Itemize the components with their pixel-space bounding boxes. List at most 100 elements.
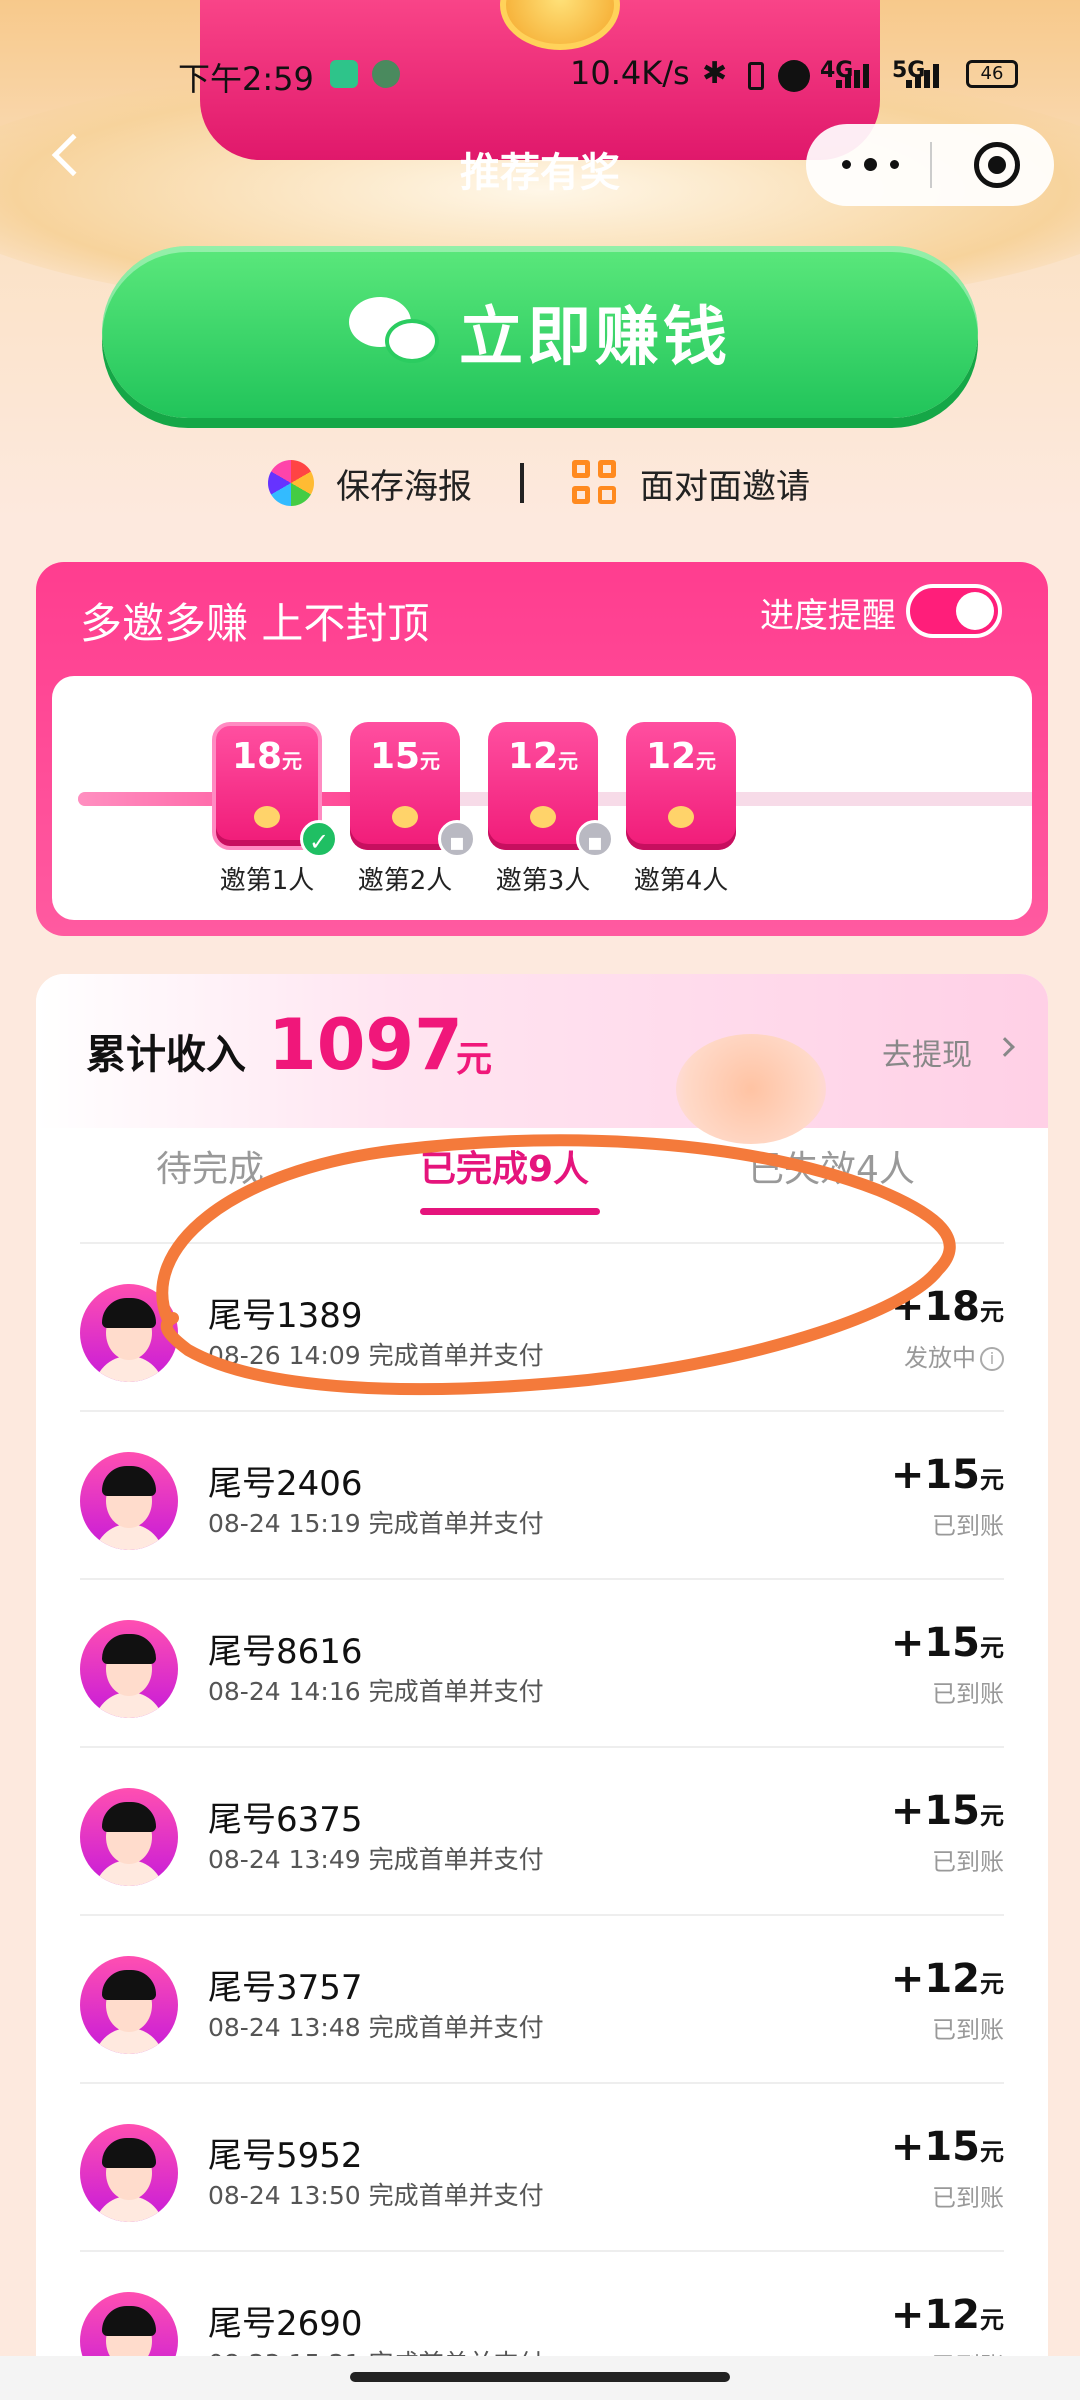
tier-amount: 12: [507, 736, 559, 777]
record-amount: +15元: [890, 1788, 1004, 1834]
signal-4g-icon: [836, 64, 876, 88]
record-desc: 08-24 13:49 完成首单并支付: [208, 1845, 544, 1874]
lock-icon: ▪: [438, 820, 476, 858]
record-status: 发放中 i: [904, 1338, 1004, 1373]
envelope-seal-icon: [530, 806, 556, 828]
avatar: [80, 1788, 178, 1886]
status-time: 下午2:59: [178, 60, 314, 98]
record-tabs: 待完成 已完成9人 已失效4人: [36, 1128, 1048, 1216]
alarm-icon: [778, 60, 810, 92]
tier-3: 12元 ▪: [488, 722, 614, 858]
record-status: 已到账: [932, 1848, 1004, 1876]
chevron-right-icon: [995, 1037, 1015, 1057]
invite-title: 多邀多赚 上不封顶: [80, 599, 430, 648]
record-amount: +15元: [890, 1452, 1004, 1498]
record-name: 尾号2406: [208, 1464, 363, 1504]
record-name: 尾号1389: [208, 1296, 363, 1336]
tier-label: 邀第1人: [219, 866, 315, 896]
save-poster-link[interactable]: 保存海报: [336, 459, 472, 508]
record-amount: +15元: [890, 1620, 1004, 1666]
photo-album-icon: [268, 460, 314, 506]
tier-2: 15元 ▪: [350, 722, 476, 858]
record-row[interactable]: 尾号2406 08-24 15:19 完成首单并支付 +15元 已到账: [80, 1412, 1004, 1580]
miniapp-capsule: [806, 124, 1054, 206]
face-invite-link[interactable]: 面对面邀请: [640, 459, 810, 508]
record-name: 尾号5952: [208, 2136, 363, 2176]
tier-amount: 12: [645, 736, 697, 777]
record-amount: +12元: [890, 1956, 1004, 2002]
tier-1: 18元 ✓: [212, 722, 338, 858]
record-row[interactable]: 尾号1389 08-26 14:09 完成首单并支付 +18元 发放中 i: [80, 1244, 1004, 1412]
record-amount: +12元: [890, 2292, 1004, 2338]
check-icon: ✓: [300, 820, 338, 858]
envelope-seal-icon: [254, 806, 280, 828]
record-status: 已到账: [932, 1512, 1004, 1540]
record-status: 已到账: [932, 1680, 1004, 1708]
tier-amount: 15: [369, 736, 421, 777]
record-status: 已到账: [932, 2184, 1004, 2212]
tier-unit: 元: [696, 749, 717, 773]
reminder-toggle[interactable]: [906, 584, 1002, 638]
tab-completed[interactable]: 已完成9人: [420, 1140, 589, 1192]
tier-label: 邀第3人: [495, 866, 591, 896]
income-card: 累计收入 1097 元 去提现 待完成 已完成9人 已失效4人 尾号1389 0…: [36, 974, 1048, 2400]
record-desc: 08-24 15:19 完成首单并支付: [208, 1509, 544, 1538]
status-bar: 下午2:59 10.4K/s ✱ 4G 5G 46: [0, 50, 1080, 110]
avatar: [80, 1452, 178, 1550]
tab-expired[interactable]: 已失效4人: [748, 1140, 915, 1192]
bluetooth-icon: ✱: [702, 56, 728, 91]
avatar: [80, 2124, 178, 2222]
info-icon[interactable]: i: [980, 1347, 1004, 1371]
record-amount: +15元: [890, 2124, 1004, 2170]
income-unit: 元: [456, 1039, 493, 1080]
avatar: [80, 1620, 178, 1718]
income-header: 累计收入 1097 元 去提现: [36, 974, 1048, 1144]
close-miniapp-icon[interactable]: [974, 142, 1020, 188]
tier-label: 邀第4人: [633, 866, 729, 896]
avatar: [80, 1284, 178, 1382]
more-icon[interactable]: [842, 152, 902, 176]
bank-app-icon: [372, 60, 400, 88]
tier-label: 邀第2人: [357, 866, 453, 896]
lock-icon: ▪: [576, 820, 614, 858]
tier-track: 18元 ✓ 邀第1人 15元 ▪ 邀第2人 12元 ▪ 邀第3人 12元 邀第4…: [52, 676, 1032, 920]
earn-now-button[interactable]: 立即赚钱: [102, 246, 978, 418]
record-desc: 08-24 13:48 完成首单并支付: [208, 2013, 544, 2042]
tier-unit: 元: [420, 749, 441, 773]
tier-4: 12元: [626, 722, 736, 854]
avatar: [80, 1956, 178, 2054]
record-desc: 08-24 13:50 完成首单并支付: [208, 2181, 544, 2210]
record-row[interactable]: 尾号3757 08-24 13:48 完成首单并支付 +12元 已到账: [80, 1916, 1004, 2084]
battery-icon: 46: [966, 60, 1018, 88]
income-label: 累计收入: [86, 1032, 246, 1078]
signal-5g-icon: [906, 64, 946, 88]
record-status: 已到账: [932, 2016, 1004, 2044]
tab-pending[interactable]: 待完成: [156, 1140, 264, 1192]
withdraw-link[interactable]: 去提现: [882, 1030, 972, 1074]
vibrate-icon: [748, 62, 764, 90]
record-row[interactable]: 尾号5952 08-24 13:50 完成首单并支付 +15元 已到账: [80, 2084, 1004, 2252]
share-divider: [520, 463, 524, 503]
status-net-speed: 10.4K/s: [570, 54, 690, 92]
qr-code-icon: [572, 460, 618, 506]
tier-amount: 18: [231, 736, 283, 777]
envelope-seal-icon: [668, 806, 694, 828]
record-name: 尾号8616: [208, 1632, 363, 1672]
home-indicator[interactable]: [350, 2372, 730, 2382]
envelope-seal-icon: [392, 806, 418, 828]
record-row[interactable]: 尾号6375 08-24 13:49 完成首单并支付 +15元 已到账: [80, 1748, 1004, 1916]
tier-unit: 元: [558, 749, 579, 773]
record-amount: +18元: [890, 1284, 1004, 1330]
wechat-icon: [349, 297, 441, 367]
record-row[interactable]: 尾号8616 08-24 14:16 完成首单并支付 +15元 已到账: [80, 1580, 1004, 1748]
charging-app-icon: [330, 60, 358, 88]
record-desc: 08-26 14:09 完成首单并支付: [208, 1341, 544, 1370]
record-desc: 08-24 14:16 完成首单并支付: [208, 1677, 544, 1706]
income-value: 1097: [268, 1004, 463, 1086]
earn-now-label: 立即赚钱: [459, 301, 731, 375]
record-name: 尾号3757: [208, 1968, 363, 2008]
record-name: 尾号2690: [208, 2304, 363, 2344]
share-row: 保存海报 面对面邀请: [268, 458, 810, 508]
tier-unit: 元: [282, 749, 303, 773]
invite-progress-card: 多邀多赚 上不封顶 进度提醒 18元 ✓ 邀第1人 15元 ▪ 邀第2人 12元…: [36, 562, 1048, 936]
